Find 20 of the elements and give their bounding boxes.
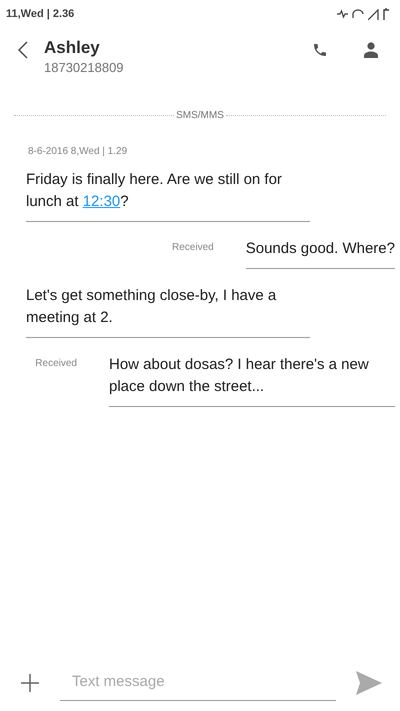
back-icon[interactable] <box>16 41 30 59</box>
message-text: Let's get something close-by, I have a meeting at 2. <box>26 286 278 328</box>
activity-icon <box>337 9 348 19</box>
message-status: Received <box>172 242 214 253</box>
signal-icon <box>368 8 379 20</box>
message-text: How about dosas? I hear there's a new place down the street... <box>109 355 370 397</box>
contact-name: Ashley <box>44 38 101 58</box>
message-text: Sounds good. Where? <box>246 239 395 259</box>
thread-type-label: SMS/MMS <box>176 110 224 121</box>
time-link[interactable]: 12:30 <box>82 193 120 210</box>
status-time: 11,Wed | 2.36 <box>6 8 74 20</box>
person-icon[interactable] <box>364 42 378 58</box>
message-input[interactable]: Text message <box>60 665 336 701</box>
message-date: 8-6-2016 8,Wed | 1.29 <box>28 146 128 157</box>
message-status: Received <box>35 358 77 369</box>
phone-icon[interactable] <box>312 42 328 58</box>
message-text: Friday is finally here. Are we still on for lunch at 12:30? <box>26 170 283 212</box>
phone-number: 18730218809 <box>44 60 125 75</box>
add-icon[interactable] <box>20 673 40 693</box>
wifi-icon <box>352 9 364 19</box>
